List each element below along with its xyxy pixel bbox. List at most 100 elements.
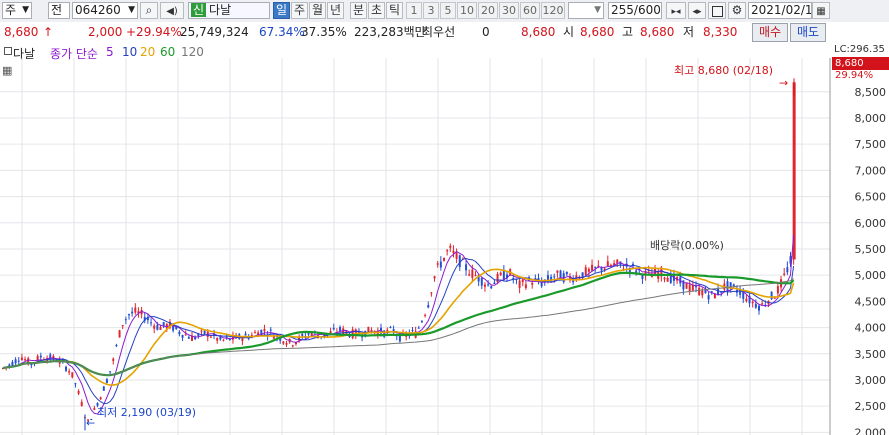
candle-body <box>200 330 203 332</box>
ma-120-line <box>2 278 794 376</box>
low-price: 8,330 <box>703 25 738 39</box>
candle-body <box>591 264 594 271</box>
candle-body <box>71 372 74 378</box>
interval-5[interactable]: 5 <box>440 2 456 19</box>
candle-body <box>761 303 764 305</box>
candle-body <box>80 401 83 406</box>
volume: 25,749,324 <box>180 25 249 39</box>
candle-body <box>39 355 42 358</box>
interval-1[interactable]: 1 <box>406 2 422 19</box>
interval-3[interactable]: 3 <box>423 2 439 19</box>
candle-body <box>471 269 474 278</box>
buy-button[interactable]: 매수 <box>752 23 788 42</box>
candle-body <box>112 358 115 361</box>
y-tick-label: 6,500 <box>855 191 887 204</box>
period-tick[interactable]: 틱 <box>386 2 403 19</box>
period-dropdown[interactable]: ▼ <box>568 2 604 19</box>
candle-body <box>8 364 11 366</box>
candle-body <box>616 259 619 264</box>
interval-20[interactable]: 20 <box>478 2 498 19</box>
interval-120[interactable]: 120 <box>541 2 565 19</box>
market-select[interactable]: 주 ▼ <box>2 2 32 19</box>
y-tick-label: 3,500 <box>855 348 887 361</box>
candle-body <box>178 331 181 335</box>
y-tick-label: 5,500 <box>855 243 887 256</box>
period-year[interactable]: 년 <box>327 2 344 19</box>
candle-body <box>496 273 499 283</box>
stock-name-field[interactable]: 신 다날 <box>188 2 270 19</box>
candle-body <box>389 326 392 328</box>
candle-body <box>695 286 697 288</box>
quote-bar: 8,680 ↑ 2,000 +29.94% 25,749,324 67.34% … <box>0 22 889 44</box>
sound-button[interactable]: ◀) <box>160 2 184 19</box>
expand-icon: ◂▸ <box>692 7 702 17</box>
expand-button[interactable]: ◂▸ <box>688 2 706 19</box>
candle-body <box>209 336 212 338</box>
candle-body <box>244 333 247 336</box>
legend-ma60: 60 <box>160 45 176 59</box>
candle-body <box>499 272 502 276</box>
compress-icon: ▸◂ <box>671 7 681 17</box>
candle-body <box>641 275 644 279</box>
trade-amount: 223,283백만 <box>354 25 426 39</box>
jeon-value: 전 <box>51 3 63 17</box>
candle-body <box>184 334 187 336</box>
candle-body <box>776 286 779 294</box>
legend-ma5: 5 <box>106 45 114 59</box>
candle-body <box>181 335 184 338</box>
candle-body <box>216 337 219 341</box>
candle-body <box>474 275 477 277</box>
stock-code-input[interactable]: 064260 ▼ <box>72 2 138 19</box>
search-button[interactable]: ⌕ <box>140 2 158 19</box>
settings-button[interactable]: ⚙ <box>728 2 746 19</box>
candle-body <box>465 264 468 271</box>
y-tick-label: 8,000 <box>855 112 887 125</box>
candle-body <box>732 284 735 287</box>
best-quote-label: 최우선 <box>422 25 456 39</box>
candle-body <box>666 277 669 282</box>
sell-button[interactable]: 매도 <box>790 23 826 42</box>
candle-body <box>490 286 493 289</box>
market-value: 주 <box>5 3 17 17</box>
period-month[interactable]: 월 <box>309 2 326 19</box>
period-minute[interactable]: 분 <box>350 2 367 19</box>
candle-body <box>128 314 130 316</box>
save-icon <box>711 6 723 17</box>
interval-30[interactable]: 30 <box>499 2 519 19</box>
candle-body <box>153 325 156 329</box>
collapse-icon[interactable] <box>4 47 12 55</box>
candle-body <box>254 332 256 334</box>
candle-body <box>565 271 568 275</box>
interval-60[interactable]: 60 <box>520 2 540 19</box>
save-button[interactable] <box>708 2 726 19</box>
toolbar: 주 ▼ 전 064260 ▼ ⌕ ◀) 신 다날 일 주 월 년 분 초 틱 1 3 … <box>0 0 889 23</box>
jeon-select[interactable]: 전 <box>48 2 70 19</box>
ma-60-line <box>2 271 795 377</box>
best-quote-value: 0 <box>482 25 490 39</box>
candle-body <box>594 266 597 268</box>
speaker-icon: ◀) <box>166 6 178 17</box>
period-day[interactable]: 일 <box>273 2 290 19</box>
date-field[interactable]: 2021/02/18 <box>748 2 812 19</box>
compress-button[interactable]: ▸◂ <box>666 2 686 19</box>
candle-body <box>222 339 225 341</box>
candle-body <box>131 311 134 314</box>
candle-body <box>701 290 704 296</box>
calendar-button[interactable]: ▦ <box>812 2 830 19</box>
period-second[interactable]: 초 <box>368 2 385 19</box>
candle-body <box>427 304 430 308</box>
candle-body <box>754 303 757 308</box>
candle-body <box>424 314 427 316</box>
candle-body <box>411 330 414 332</box>
high-price: 8,680 <box>640 25 675 39</box>
price-chart[interactable]: 2,000 2,500 3,000 3,500 4,000 4,500 5,000 5,500… <box>0 58 889 435</box>
candle-body <box>742 292 745 299</box>
candle-body <box>332 327 335 330</box>
y-tick-label: 4,500 <box>855 295 887 308</box>
interval-10[interactable]: 10 <box>457 2 477 19</box>
current-price-tag: 8,680 <box>832 57 889 70</box>
candle-body <box>291 345 294 347</box>
count-field[interactable]: 255/600 <box>608 2 662 19</box>
period-week[interactable]: 주 <box>291 2 308 19</box>
candle-body <box>115 344 118 346</box>
